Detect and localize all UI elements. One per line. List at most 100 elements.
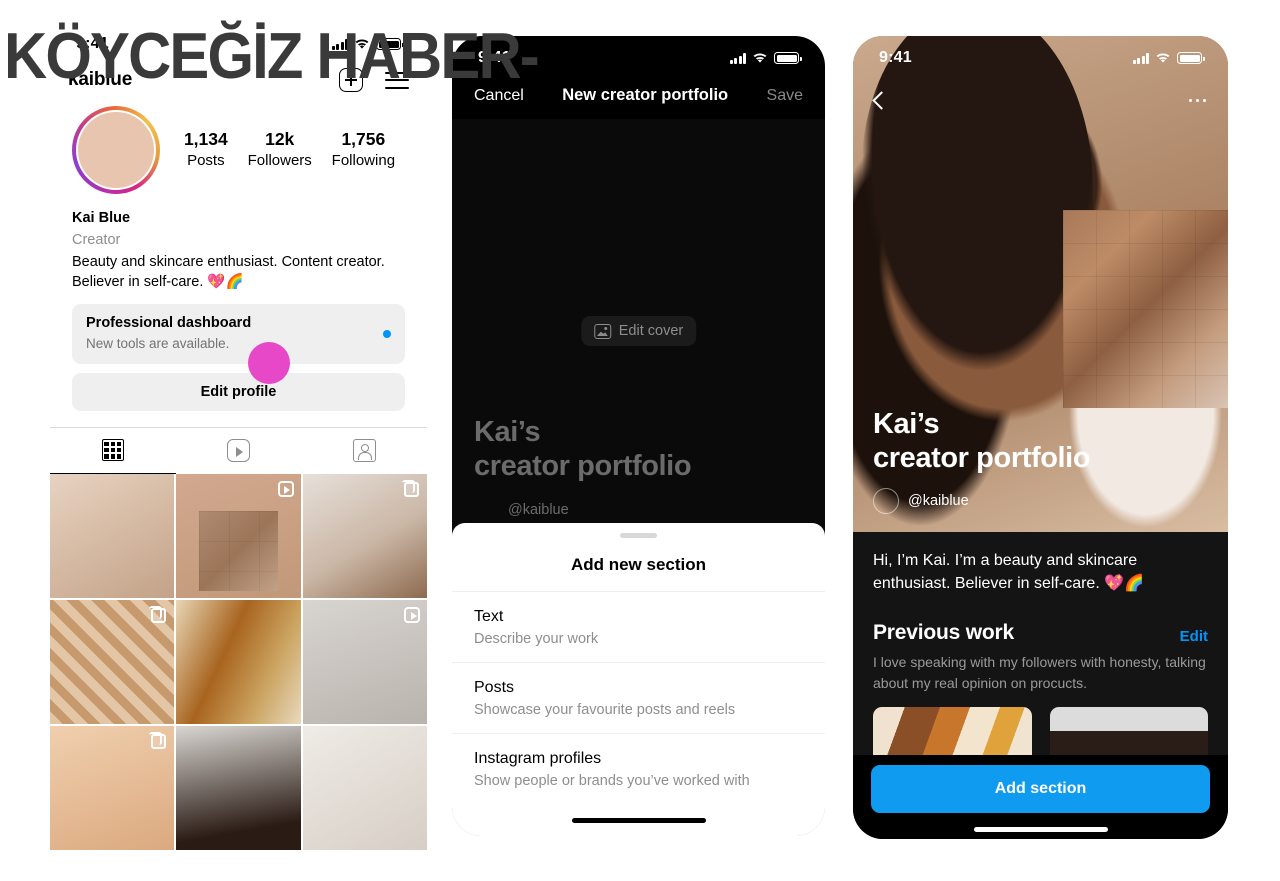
profile-stats: 1,134 Posts 12k Followers 1,756 Followin… [160,129,405,172]
more-options-icon[interactable] [1188,98,1206,103]
stat-following[interactable]: 1,756 Following [332,129,395,172]
bio-line-2: Believer in self-care. 💖🌈 [72,273,244,290]
status-time: 9:41 [76,35,109,52]
avatar-image [76,110,156,190]
reel-badge-icon [404,607,420,624]
portfolio-title-block: Kai’s creator portfolio @kaiblue [873,408,1091,514]
cta-area: Add section [853,755,1228,814]
tab-reels[interactable] [176,428,302,474]
section-option-instagram-profiles[interactable]: Instagram profiles Show people or brands… [452,734,825,804]
cancel-button[interactable]: Cancel [474,87,524,105]
carousel-badge-icon [149,606,167,624]
option-desc: Showcase your favourite posts and reels [474,701,736,718]
portfolio-bio: Hi, I’m Kai. I’m a beauty and skincare e… [873,552,1145,592]
option-title: Instagram profiles [474,749,602,767]
dashboard-subtitle: New tools are available. [86,336,230,352]
post-grid [50,473,427,850]
header-actions [339,68,409,92]
carousel-badge-icon [402,479,419,497]
stat-posts[interactable]: 1,134 Posts [184,129,228,172]
portfolio-hero: 9:41 Kai’s creator portfolio @kaiblue [853,36,1228,532]
screenshot-stage: 9:41 kaiblue 1,134 Posts 12k Followers 1… [0,0,1280,881]
portfolio-body: Hi, I’m Kai. I’m a beauty and skincare e… [853,532,1228,756]
profile-summary: 1,134 Posts 12k Followers 1,756 Followin… [50,102,427,194]
avatar [873,488,899,514]
work-thumbnail[interactable] [1049,707,1208,756]
post-thumbnail[interactable] [176,473,301,598]
stat-followers[interactable]: 12k Followers [248,129,312,172]
option-title: Posts [474,678,515,696]
tab-tagged[interactable] [301,428,427,474]
phone-portfolio-editor: 9:41 Cancel New creator portfolio Save E… [452,36,825,836]
reel-badge-icon [277,480,294,497]
post-thumbnail[interactable] [302,726,427,850]
status-icons [729,52,802,64]
stat-label: Following [331,152,396,170]
post-thumbnail[interactable] [176,600,301,725]
status-time: 9:41 [879,49,912,66]
work-thumbnail[interactable] [873,707,1032,756]
grid-icon [101,439,124,462]
portfolio-handle: @kaiblue [908,493,969,509]
plus-square-icon[interactable] [339,68,363,92]
pixelated-region [1063,209,1228,408]
portfolio-handle-row: @kaiblue [474,497,691,522]
add-section-button[interactable]: Add section [871,765,1210,814]
option-desc: Show people or brands you’ve worked with [474,772,750,789]
wifi-icon [354,38,370,50]
cellular-signal-icon [1132,52,1149,64]
option-title: Text [474,607,504,625]
profile-bio: Kai Blue Creator Beauty and skincare ent… [50,194,427,292]
profile-action-cards: Professional dashboard New tools are ava… [50,292,427,411]
avatar [474,497,499,522]
cellular-signal-icon [729,52,746,64]
status-icons [1132,52,1205,64]
post-thumbnail[interactable] [302,473,427,599]
profile-header: kaiblue [50,66,427,102]
add-section-sheet: Add new section Text Describe your work … [452,523,825,836]
post-thumbnail[interactable] [50,726,175,850]
cover-area[interactable]: Edit cover Kai’s creator portfolio @kaib… [452,119,825,544]
profile-username[interactable]: kaiblue [68,69,132,91]
edit-profile-button[interactable]: Edit profile [72,372,405,411]
portfolio-title-line-1: Kai’s [474,416,541,449]
stat-label: Posts [187,152,225,170]
post-thumbnail[interactable] [50,600,175,725]
avatar[interactable] [72,106,160,194]
hamburger-icon[interactable] [385,71,409,89]
post-thumbnail[interactable] [302,600,427,725]
phone-portfolio-preview: 9:41 Kai’s creator portfolio @kaiblue Hi… [853,36,1228,839]
portfolio-handle-row: @kaiblue [873,488,1090,514]
post-thumbnail[interactable] [50,473,175,598]
portfolio-title-line-2: creator portfolio [873,442,1091,475]
editor-title: New creator portfolio [562,86,729,104]
edit-cover-button[interactable]: Edit cover [580,316,697,346]
back-chevron-icon[interactable] [872,91,891,110]
profile-tabs [50,426,427,474]
stat-label: Followers [247,152,312,170]
post-thumbnail[interactable] [176,726,301,850]
edit-cover-label: Edit cover [618,323,684,339]
portfolio-title-line-2: creator portfolio [474,450,692,483]
sheet-grabber[interactable] [452,523,825,538]
portfolio-title-line-1: Kai’s [873,408,940,441]
professional-dashboard-card[interactable]: Professional dashboard New tools are ava… [72,304,405,364]
status-bar: 9:41 [853,36,1228,80]
save-button[interactable]: Save [767,87,803,105]
tab-grid[interactable] [50,428,176,474]
home-indicator [853,813,1228,839]
dashboard-title: Professional dashboard [86,315,252,332]
section-thumbnails [873,707,1208,756]
unread-dot-icon [383,329,391,338]
section-title: Previous work [873,621,1014,645]
edit-section-link[interactable]: Edit [1180,628,1208,645]
section-header: Previous work Edit [873,621,1208,645]
status-bar: 9:41 [452,36,825,80]
stat-value: 1,756 [341,128,386,149]
portfolio-handle: @kaiblue [508,501,569,518]
section-option-text[interactable]: Text Describe your work [452,592,825,663]
battery-icon [1177,52,1205,64]
option-desc: Describe your work [474,630,599,647]
battery-icon [376,38,404,50]
section-option-posts[interactable]: Posts Showcase your favourite posts and … [452,663,825,734]
